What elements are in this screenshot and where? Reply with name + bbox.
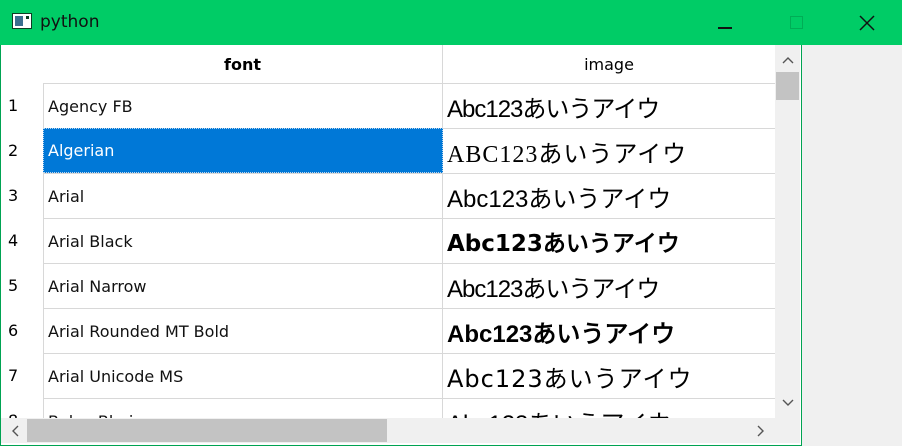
maximize-button[interactable] <box>773 0 819 45</box>
scroll-up-button[interactable] <box>775 49 800 71</box>
font-sample-cell[interactable]: Abc123あいうアイウ <box>443 173 775 218</box>
table-row[interactable]: 6 Arial Rounded MT Bold Abc123あいうアイウ <box>1 308 775 353</box>
font-name-cell[interactable]: Arial Narrow <box>43 263 443 308</box>
window-title: python <box>40 12 100 32</box>
table-corner[interactable] <box>1 45 43 83</box>
table-row[interactable]: 7 Arial Unicode MS Abc123あいうアイウ <box>1 353 775 398</box>
font-sample-cell[interactable]: Abc123あいうアイウ <box>443 308 775 353</box>
font-name-cell[interactable]: Baloo Bhai <box>43 398 443 418</box>
font-name-cell[interactable]: Arial <box>43 173 443 218</box>
font-sample-cell[interactable]: ABC123あいうアイウ <box>443 128 775 173</box>
font-sample-cell[interactable]: Abc123あいうアイウ <box>443 353 775 398</box>
maximize-icon <box>789 16 803 29</box>
font-sample-cell[interactable]: Abc123あいうアイウ <box>443 398 775 418</box>
title-bar[interactable]: python <box>0 0 902 45</box>
font-name-cell[interactable]: Algerian <box>43 128 443 173</box>
chevron-up-icon <box>782 57 793 64</box>
font-name-cell[interactable]: Arial Rounded MT Bold <box>43 308 443 353</box>
font-table: font image 1 Agency FB Abc123あいうアイウ 2 Al… <box>1 45 775 418</box>
scroll-right-button[interactable] <box>749 418 773 443</box>
vertical-scrollbar[interactable] <box>775 45 800 418</box>
font-sample-cell[interactable]: Abc123あいうアイウ <box>443 263 775 308</box>
font-name-cell[interactable]: Arial Unicode MS <box>43 353 443 398</box>
row-number[interactable]: 6 <box>1 308 43 353</box>
vertical-scroll-thumb[interactable] <box>776 72 799 100</box>
chevron-left-icon <box>12 425 19 436</box>
font-name-cell[interactable]: Arial Black <box>43 218 443 263</box>
window-icon <box>12 13 32 29</box>
table-row-selected[interactable]: 2 Algerian ABC123あいうアイウ <box>1 128 775 173</box>
scroll-down-button[interactable] <box>775 392 800 414</box>
minimize-icon <box>718 17 732 29</box>
minimize-button[interactable] <box>702 0 748 45</box>
row-number[interactable]: 8 <box>1 398 43 418</box>
row-number[interactable]: 3 <box>1 173 43 218</box>
column-header-font[interactable]: font <box>43 45 443 83</box>
chevron-right-icon <box>757 425 764 436</box>
font-sample-cell[interactable]: Abc123あいうアイウ <box>443 83 775 128</box>
scroll-left-button[interactable] <box>3 418 27 443</box>
row-number[interactable]: 2 <box>1 128 43 173</box>
window-background <box>802 45 902 446</box>
row-number[interactable]: 4 <box>1 218 43 263</box>
font-name-cell[interactable]: Agency FB <box>43 83 443 128</box>
row-number[interactable]: 1 <box>1 83 43 128</box>
column-header-image[interactable]: image <box>443 45 775 83</box>
table-row[interactable]: 4 Arial Black Abc123あいうアイウ <box>1 218 775 263</box>
table-row[interactable]: 8 Baloo Bhai Abc123あいうアイウ <box>1 398 775 418</box>
font-sample-cell[interactable]: Abc123あいうアイウ <box>443 218 775 263</box>
table-row[interactable]: 3 Arial Abc123あいうアイウ <box>1 173 775 218</box>
chevron-down-icon <box>782 399 793 406</box>
row-number[interactable]: 5 <box>1 263 43 308</box>
table-row[interactable]: 5 Arial Narrow Abc123あいうアイウ <box>1 263 775 308</box>
table-row[interactable]: 1 Agency FB Abc123あいうアイウ <box>1 83 775 128</box>
horizontal-scrollbar[interactable] <box>1 418 775 443</box>
close-button[interactable] <box>844 0 890 45</box>
scrollbar-corner <box>775 418 800 443</box>
app-window: python font image 1 Agency FB Abc123あいうア… <box>0 0 902 446</box>
row-number[interactable]: 7 <box>1 353 43 398</box>
horizontal-scroll-thumb[interactable] <box>27 419 387 442</box>
close-icon <box>859 14 875 31</box>
